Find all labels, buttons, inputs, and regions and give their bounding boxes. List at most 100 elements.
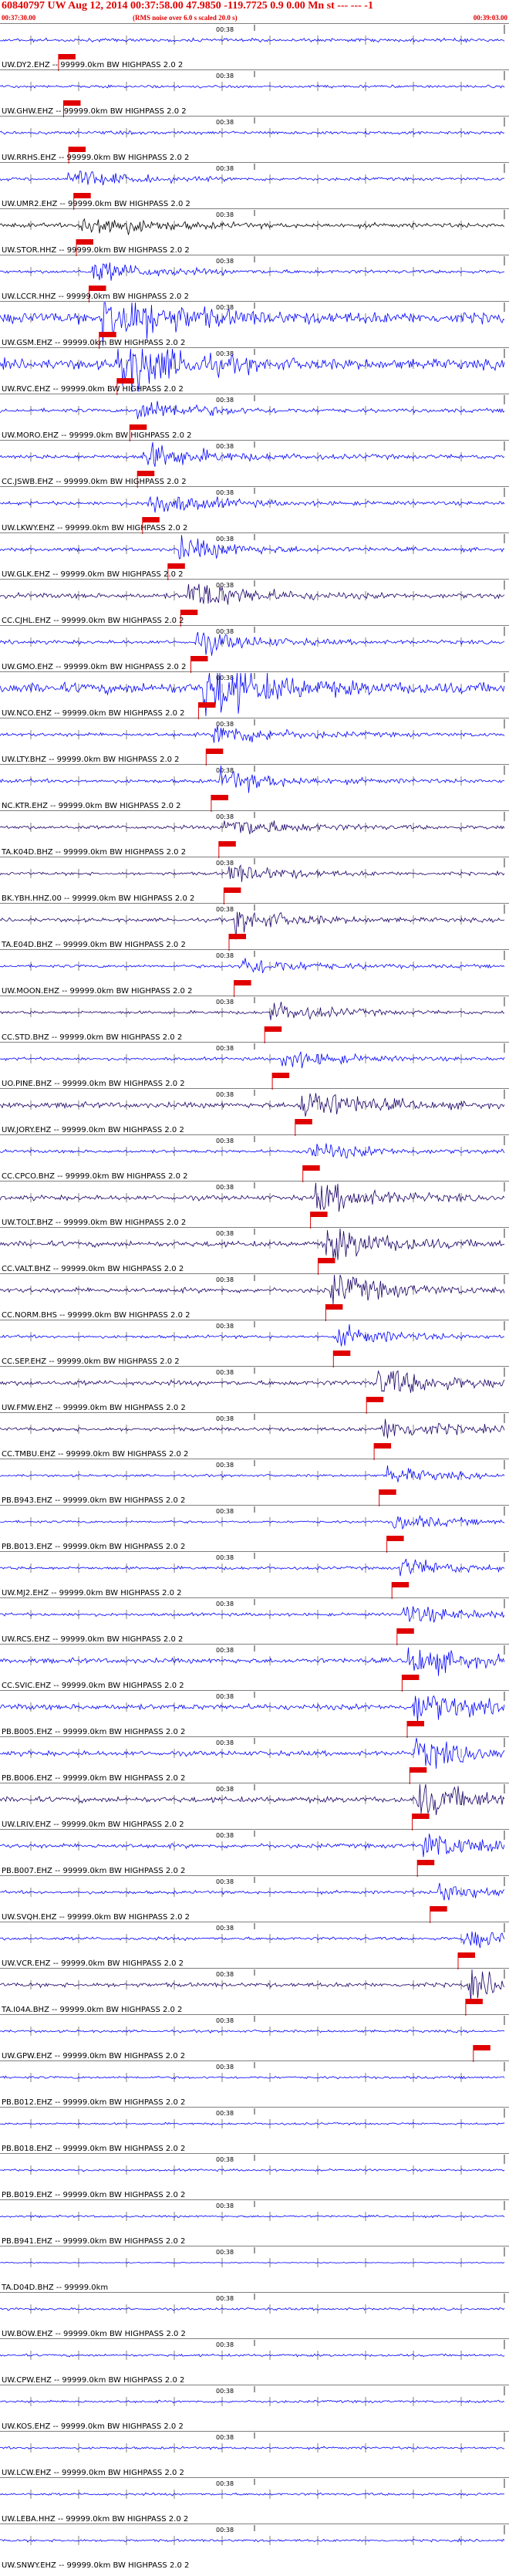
waveform-trace xyxy=(0,1051,505,1069)
channel-row: 00:38 UW.MOON.EHZ -- 99999.0km BW HIGHPAS… xyxy=(0,949,509,997)
waveform-trace xyxy=(0,2214,505,2219)
minute-tick-label: 00:38 xyxy=(216,1925,234,1932)
channel-label: TA.D04D.BHZ -- 99999.0km xyxy=(1,2284,108,2292)
channel-row: 00:38 TA.D04D.BHZ -- 99999.0km xyxy=(0,2246,509,2292)
channel-row: 00:38 CC.SEP.EHZ -- 99999.0km BW HIGHPASS… xyxy=(0,1320,509,1367)
channel-label: UW.LTY.BHZ -- 99999.0km BW HIGHPASS 2.0 … xyxy=(2,756,180,764)
end-time-label: 00:39:03.00 xyxy=(473,14,507,22)
minute-tick-label: 00:38 xyxy=(216,2480,234,2487)
channel-row: 00:38 UW.JORY.EHZ -- 99999.0km BW HIGHPAS… xyxy=(0,1088,509,1136)
minute-tick-label: 00:38 xyxy=(216,1739,234,1746)
channel-row: 00:38 UW.VCR.EHZ -- 99999.0km BW HIGHPASS… xyxy=(0,1922,509,1969)
channel-label: UW.JORY.EHZ -- 99999.0km BW HIGHPASS 2.0… xyxy=(2,1126,184,1134)
channel-label: UW.SVQH.EHZ -- 99999.0km BW HIGHPASS 2.0… xyxy=(2,1913,190,1922)
channel-label: UW.VCR.EHZ -- 99999.0km BW HIGHPASS 2.0 … xyxy=(2,1959,184,1968)
waveform-trace xyxy=(0,2446,505,2450)
rms-note: (RMS noise over 6.0 s scaled 20.0 s) xyxy=(133,14,238,22)
channel-row: 00:38 CC.STD.BHZ -- 99999.0km BW HIGHPASS… xyxy=(0,996,509,1043)
minute-tick-label: 00:38 xyxy=(216,813,234,820)
pick-marker xyxy=(374,1443,392,1449)
minute-tick-label: 00:38 xyxy=(216,1971,234,1978)
channel-label: CC.STD.BHZ -- 99999.0km BW HIGHPASS 2.0 … xyxy=(2,1033,182,1042)
waveform-trace xyxy=(0,1647,505,1676)
channel-row: 00:38 UW.LTY.BHZ -- 99999.0km BW HIGHPASS… xyxy=(0,718,509,766)
channel-row: 00:38 UO.PINE.BHZ -- 99999.0km BW HIGHPAS… xyxy=(0,1042,509,1090)
waveform-trace xyxy=(0,765,505,793)
channel-label: UW.RVC.EHZ -- 99999.0km BW HIGHPASS 2.0 … xyxy=(2,385,184,394)
channel-row: 00:38 UW.RCS.EHZ -- 99999.0km BW HIGHPASS… xyxy=(0,1597,509,1645)
minute-tick-label: 00:38 xyxy=(216,2017,234,2024)
waveform-trace xyxy=(0,1606,505,1623)
waveform-trace xyxy=(0,2075,505,2080)
waveform-trace xyxy=(0,725,505,743)
pick-marker xyxy=(180,610,198,615)
minute-tick-label: 00:38 xyxy=(216,119,234,126)
waveform-trace xyxy=(0,2261,505,2264)
waveform-trace xyxy=(0,2121,505,2126)
pick-marker xyxy=(190,656,208,661)
pick-marker xyxy=(302,1165,320,1171)
pick-marker xyxy=(396,1628,414,1634)
minute-tick-label: 00:38 xyxy=(216,2434,234,2441)
minute-tick-label: 00:38 xyxy=(216,1878,234,1885)
minute-tick-label: 00:38 xyxy=(216,2110,234,2117)
channel-row: 00:38 BK.YBH.HHZ.00 -- 99999.0km BW HIGHP… xyxy=(0,857,509,904)
channel-row: 00:38 UW.GPW.EHZ -- 99999.0km BW HIGHPASS… xyxy=(0,2014,509,2062)
pick-marker xyxy=(417,1860,435,1865)
channel-row: 00:38 NC.KTR.EHZ -- 99999.0km BW HIGHPASS… xyxy=(0,764,509,812)
channel-label: UW.MOON.EHZ -- 99999.0km BW HIGHPASS 2.0… xyxy=(2,987,192,996)
channel-row: 00:38 CC.SVIC.EHZ -- 99999.0km BW HIGHPAS… xyxy=(0,1644,509,1692)
channel-row: 00:38 UW.GHW.EHZ -- 99999.0km BW HIGHPASS… xyxy=(0,69,509,117)
channel-row: 00:38 UW.CPW.EHZ -- 99999.0km BW HIGHPASS… xyxy=(0,2338,509,2385)
waveform-trace xyxy=(0,1558,505,1577)
waveform-trace xyxy=(0,535,505,559)
minute-tick-label: 00:38 xyxy=(216,999,234,1006)
minute-tick-label: 00:38 xyxy=(216,2341,234,2348)
waveform-trace xyxy=(0,2492,505,2497)
pick-marker xyxy=(333,1351,351,1356)
channel-label: TA.I04A.BHZ -- 99999.0km BW HIGHPASS 2.0… xyxy=(1,2006,182,2014)
minute-tick-label: 00:38 xyxy=(216,1462,234,1469)
minute-tick-label: 00:38 xyxy=(216,1832,234,1839)
channel-label: UW.TOLT.BHZ -- 99999.0km BW HIGHPASS 2.0… xyxy=(2,1219,186,1227)
minute-tick-label: 00:38 xyxy=(216,26,234,33)
channel-label: UW.NCO.EHZ -- 99999.0km BW HIGHPASS 2.0 … xyxy=(2,709,185,718)
minute-tick-label: 00:38 xyxy=(216,1045,234,1052)
minute-tick-label: 00:38 xyxy=(216,1554,234,1561)
header-subline: 00:37:30.00 (RMS noise over 6.0 s scaled… xyxy=(0,14,509,23)
minute-tick-label: 00:38 xyxy=(216,767,234,774)
channel-row: 00:38 UW.STOR.HHZ -- 99999.0km BW HIGHPAS… xyxy=(0,208,509,256)
waveform-trace xyxy=(0,1228,505,1260)
channel-label: TA.K04D.BHZ -- 99999.0km BW HIGHPASS 2.0… xyxy=(1,848,186,857)
waveform-trace xyxy=(0,2537,505,2543)
channel-label: TA.E04D.BHZ -- 99999.0km BW HIGHPASS 2.0… xyxy=(1,941,186,949)
channel-row: 00:38 TA.I04A.BHZ -- 99999.0km BW HIGHPAS… xyxy=(0,1968,509,2016)
channel-label: UW.MORO.EHZ -- 99999.0km BW HIGHPASS 2.0… xyxy=(2,431,192,440)
minute-tick-label: 00:38 xyxy=(216,443,234,450)
event-header-title: 60840797 UW Aug 12, 2014 00:37:58.00 47.… xyxy=(2,0,373,12)
pick-marker xyxy=(392,1582,410,1587)
channel-row: 00:38 UW.NCO.EHZ -- 99999.0km BW HIGHPASS… xyxy=(0,671,509,719)
channel-label: CC.JSWB.EHZ -- 99999.0km BW HIGHPASS 2.0… xyxy=(2,478,187,486)
channel-label: UW.RRHS.EHZ -- 99999.0km BW HIGHPASS 2.0… xyxy=(2,154,189,162)
channel-row: 00:38 TA.E04D.BHZ -- 99999.0km BW HIGHPAS… xyxy=(0,903,509,951)
channel-row: 00:38 UW.GLK.EHZ -- 99999.0km BW HIGHPASS… xyxy=(0,532,509,580)
channel-label: UW.KOS.EHZ -- 99999.0km BW HIGHPASS 2.0 … xyxy=(2,2422,184,2431)
pick-marker xyxy=(402,1675,420,1680)
waveform-trace xyxy=(0,2307,505,2311)
channel-row: 00:38 UW.MJ2.EHZ -- 99999.0km BW HIGHPASS… xyxy=(0,1551,509,1599)
waveform-trace xyxy=(0,911,505,940)
channel-row: 00:38 UW.LEBA.HHZ -- 99999.0km BW HIGHPAS… xyxy=(0,2477,509,2524)
pick-marker xyxy=(265,1026,282,1032)
waveform-trace xyxy=(0,583,505,605)
pick-marker xyxy=(325,1304,343,1310)
waveform-trace xyxy=(0,2353,505,2358)
minute-tick-label: 00:38 xyxy=(216,1091,234,1098)
channel-label: PB.B019.EHZ -- 99999.0km BW HIGHPASS 2.0… xyxy=(2,2191,185,2199)
minute-tick-label: 00:38 xyxy=(216,2527,234,2534)
waveform-trace xyxy=(0,1969,505,2003)
pick-marker xyxy=(218,841,236,847)
waveform-trace xyxy=(0,441,505,467)
minute-tick-label: 00:38 xyxy=(216,1138,234,1144)
channel-label: CC.SEP.EHZ -- 99999.0km BW HIGHPASS 2.0 … xyxy=(2,1357,180,1366)
